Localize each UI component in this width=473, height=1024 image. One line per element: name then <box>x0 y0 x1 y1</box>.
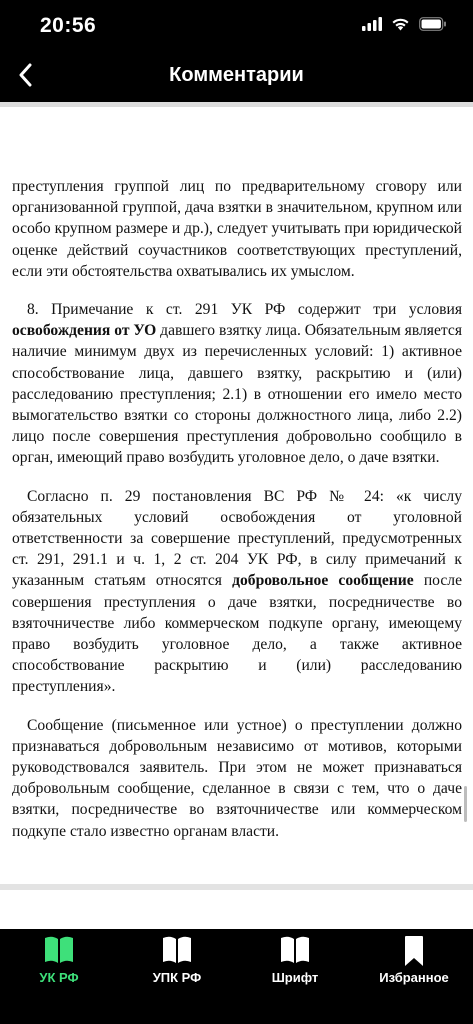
paragraph: Сообщение (письменное или устное) о прес… <box>12 716 462 840</box>
tab-label: Шрифт <box>271 970 319 985</box>
status-icons <box>362 15 447 37</box>
paragraph: Согласно п. 29 постановления ВС РФ № 24:… <box>12 487 462 696</box>
wifi-icon <box>391 17 410 36</box>
tab-uk-rf[interactable]: УК РФ <box>0 929 118 1024</box>
page-title: Комментарии <box>169 64 304 86</box>
paragraph: преступления группой лиц по предваритель… <box>12 178 462 280</box>
tab-label: Избранное <box>379 970 449 985</box>
bold-term: освобождения от УО <box>12 322 157 340</box>
battery-icon <box>419 16 447 36</box>
tab-label: УПК РФ <box>152 970 202 985</box>
bold-term: добровольное сообщение <box>232 572 414 590</box>
tab-font[interactable]: Шрифт <box>236 929 354 1024</box>
signal-icon <box>362 16 382 36</box>
paragraph: 8. Примечание к ст. 291 УК РФ содержит т… <box>12 301 462 467</box>
status-bar: 20:56 <box>0 0 473 52</box>
top-divider <box>0 102 473 107</box>
comment-text: преступления группой лиц по предваритель… <box>12 176 462 859</box>
tab-bar: УК РФ УПК РФ Шрифт Избранное <box>0 929 473 1024</box>
open-book-icon <box>0 935 118 967</box>
open-book-icon <box>236 935 354 967</box>
tab-favorites[interactable]: Избранное <box>355 929 473 1024</box>
bottom-divider <box>0 884 473 890</box>
scrollbar[interactable] <box>464 786 467 822</box>
nav-bar: Комментарии <box>0 52 473 102</box>
open-book-icon <box>118 935 236 967</box>
bookmark-icon <box>355 935 473 967</box>
tab-upk-rf[interactable]: УПК РФ <box>118 929 236 1024</box>
status-time: 20:56 <box>40 14 97 37</box>
tab-label: УК РФ <box>39 970 79 985</box>
